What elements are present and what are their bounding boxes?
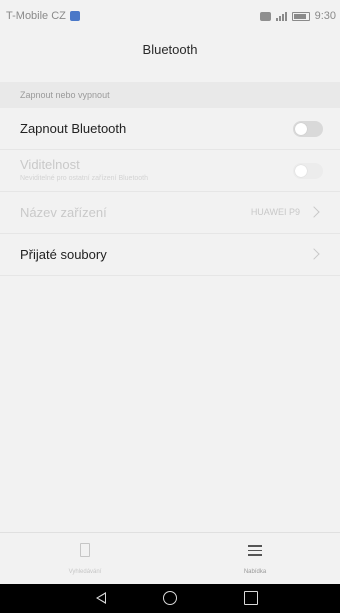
device-name-row: Název zařízení HUAWEI P9 xyxy=(0,192,340,234)
visibility-label: Viditelnost xyxy=(20,157,80,172)
page-title: Bluetooth xyxy=(142,42,198,57)
back-icon[interactable] xyxy=(96,592,106,604)
scan-label: Vyhledávání xyxy=(68,569,102,575)
visibility-toggle xyxy=(293,163,323,179)
menu-label: Nabídka xyxy=(243,569,267,575)
bottom-bar: Vyhledávání Nabídka xyxy=(0,532,340,585)
bluetooth-toggle[interactable] xyxy=(293,121,323,137)
section-header: Zapnout nebo vypnout xyxy=(0,82,340,108)
system-nav-bar xyxy=(0,584,340,613)
scan-icon xyxy=(80,543,90,557)
carrier-label: T-Mobile CZ xyxy=(6,10,66,22)
received-files-row[interactable]: Přijaté soubory xyxy=(0,234,340,276)
status-time: 9:30 xyxy=(314,10,336,22)
bluetooth-label: Zapnout Bluetooth xyxy=(20,121,127,136)
chevron-right-icon xyxy=(308,206,320,218)
visibility-sublabel: Neviditelné pro ostatní zařízení Bluetoo… xyxy=(20,175,149,182)
bluetooth-toggle-row[interactable]: Zapnout Bluetooth xyxy=(0,108,340,150)
scan-button[interactable]: Vyhledávání xyxy=(0,533,170,585)
status-right: 9:30 xyxy=(259,10,336,22)
chevron-right-icon xyxy=(308,248,320,260)
received-files-label: Přijaté soubory xyxy=(20,247,107,262)
device-name-label: Název zařízení xyxy=(20,205,107,220)
home-icon[interactable] xyxy=(163,591,177,605)
recent-apps-icon[interactable] xyxy=(244,591,258,605)
signal-icon xyxy=(275,11,287,21)
status-bar: T-Mobile CZ 9:30 xyxy=(0,0,340,40)
photo-icon xyxy=(259,11,271,21)
status-left: T-Mobile CZ xyxy=(6,10,80,22)
sim-icon xyxy=(69,11,80,21)
visibility-row: Viditelnost Neviditelné pro ostatní zaří… xyxy=(0,150,340,192)
device-name-value: HUAWEI P9 xyxy=(250,207,300,217)
battery-icon xyxy=(291,11,310,21)
settings-list: Zapnout Bluetooth Viditelnost Neviditeln… xyxy=(0,108,340,276)
menu-button[interactable]: Nabídka xyxy=(170,533,340,585)
menu-icon xyxy=(248,545,262,556)
